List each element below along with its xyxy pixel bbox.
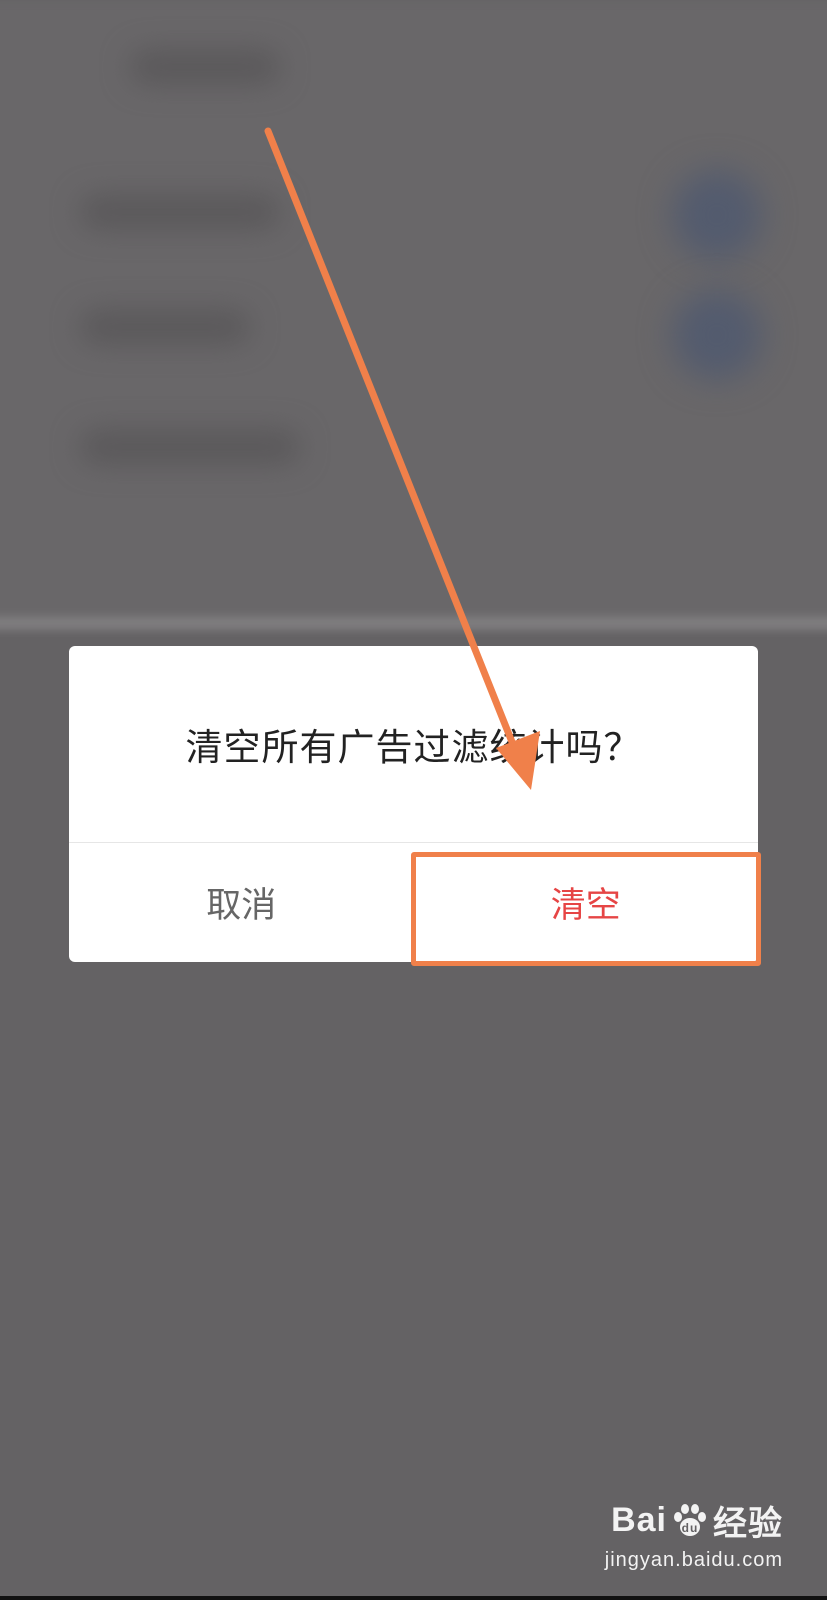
- confirm-dialog: 清空所有广告过滤统计吗？ 取消 清空: [69, 646, 758, 962]
- background-blur-toggle: [672, 170, 762, 260]
- background-blur-toggle: [672, 290, 762, 380]
- background-content: [0, 0, 827, 640]
- dialog-message: 清空所有广告过滤统计吗？: [185, 726, 642, 769]
- background-blur-text: [80, 195, 280, 229]
- dialog-actions: 取消 清空: [69, 843, 758, 962]
- cancel-button[interactable]: 取消: [69, 843, 414, 962]
- background-blur-text: [80, 310, 250, 344]
- background-blur-text: [130, 50, 280, 84]
- background-blur-text: [80, 430, 300, 464]
- clear-button[interactable]: 清空: [414, 843, 759, 962]
- bottom-edge-bar: [0, 1596, 827, 1600]
